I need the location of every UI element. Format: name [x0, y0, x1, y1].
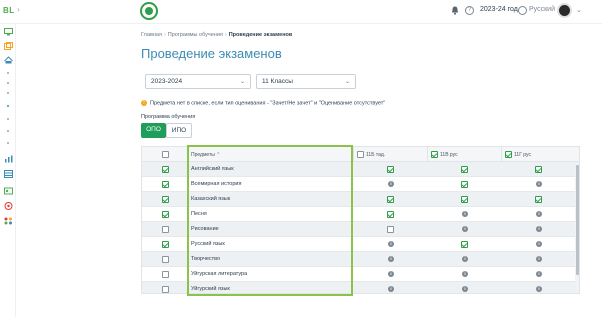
apps-icon[interactable] [4, 217, 13, 225]
class-header-label: 11Б тад. [366, 152, 386, 158]
breadcrumb: Главная › Программы обучения › Проведение эк… [141, 32, 293, 38]
info-icon[interactable]: i [388, 181, 394, 187]
page-title: Проведение экзаменов [141, 46, 282, 61]
subjects-column-highlight [187, 145, 353, 296]
info-icon[interactable]: i [388, 241, 394, 247]
breadcrumb-current: Проведение экзаменов [228, 32, 293, 38]
user-avatar[interactable] [557, 3, 572, 18]
chart-icon[interactable] [4, 155, 13, 163]
globe-icon[interactable] [518, 6, 527, 15]
class-checkbox[interactable] [535, 196, 542, 203]
sidebar [0, 24, 16, 317]
chevron-down-icon[interactable]: ⌄ [576, 6, 582, 14]
row-checkbox[interactable] [162, 271, 169, 278]
notice: ! Предмета нет в списке, если тип оценива… [141, 100, 385, 106]
brand-logo[interactable]: BL [3, 6, 15, 15]
class-checkbox[interactable] [387, 196, 394, 203]
column-checkbox[interactable] [431, 151, 438, 158]
support-icon[interactable] [4, 202, 13, 210]
documents-icon[interactable] [4, 42, 13, 50]
menu-dot[interactable] [7, 72, 9, 74]
select-all-header [142, 147, 188, 162]
info-icon[interactable]: i [462, 286, 468, 292]
info-icon[interactable]: i [388, 286, 394, 292]
warning-icon: ! [141, 100, 147, 106]
class-checkbox[interactable] [535, 166, 542, 173]
info-icon[interactable]: i [462, 271, 468, 277]
school-logo[interactable] [140, 2, 158, 20]
info-icon[interactable]: i [536, 211, 542, 217]
row-checkbox[interactable] [162, 211, 169, 218]
class-header-3: 11Г рус [502, 147, 579, 162]
row-checkbox[interactable] [162, 181, 169, 188]
class-select-value: 11 Классы [262, 78, 293, 85]
help-icon[interactable]: ? [465, 6, 474, 15]
info-icon[interactable]: i [536, 241, 542, 247]
info-icon[interactable]: i [536, 256, 542, 262]
breadcrumb-programs[interactable]: Программы обучения [168, 32, 223, 38]
row-checkbox[interactable] [162, 241, 169, 248]
year-select[interactable]: 2023-2024 ⌄ [145, 74, 251, 89]
info-icon[interactable]: i [462, 226, 468, 232]
class-header-label: 11Г рус [514, 152, 531, 158]
info-icon[interactable]: i [536, 286, 542, 292]
menu-dot[interactable] [7, 92, 9, 94]
sidebar-toggle-icon[interactable]: › [17, 5, 20, 14]
info-icon[interactable]: i [388, 256, 394, 262]
menu-dot[interactable] [7, 82, 9, 84]
class-header-label: 11В рус [440, 152, 458, 158]
class-checkbox[interactable] [461, 181, 468, 188]
class-checkbox[interactable] [387, 226, 394, 233]
row-checkbox[interactable] [162, 166, 169, 173]
class-header-2: 11В рус [428, 147, 502, 162]
row-checkbox[interactable] [162, 226, 169, 233]
bell-icon[interactable] [451, 6, 459, 15]
info-icon[interactable]: i [536, 226, 542, 232]
row-checkbox[interactable] [162, 286, 169, 293]
year-select-value: 2023-2024 [151, 78, 183, 85]
info-icon[interactable]: i [536, 271, 542, 277]
language-selector[interactable]: Русский [529, 6, 555, 13]
chevron-down-icon: ⌄ [344, 79, 350, 85]
class-header-1: 11Б тад. [354, 147, 428, 162]
program-ipo-button[interactable]: ИПО [166, 123, 192, 138]
id-card-icon[interactable] [4, 187, 13, 195]
menu-dot[interactable] [7, 142, 9, 144]
column-checkbox[interactable] [505, 151, 512, 158]
class-checkbox[interactable] [461, 166, 468, 173]
academic-year-selector[interactable]: 2023-24 год [480, 6, 518, 13]
table-icon[interactable] [4, 170, 13, 178]
menu-dot[interactable] [7, 130, 9, 132]
education-icon[interactable] [4, 56, 13, 64]
class-select[interactable]: 11 Классы ⌄ [256, 74, 356, 89]
info-icon[interactable]: i [462, 211, 468, 217]
class-checkbox[interactable] [461, 241, 468, 248]
monitor-icon[interactable] [4, 28, 13, 36]
program-label: Программа обучения [141, 114, 196, 120]
menu-dot-active[interactable] [7, 105, 9, 107]
info-icon[interactable]: i [536, 181, 542, 187]
class-checkbox[interactable] [387, 211, 394, 218]
class-checkbox[interactable] [461, 196, 468, 203]
class-checkbox[interactable] [387, 166, 394, 173]
row-checkbox[interactable] [162, 256, 169, 263]
scrollbar-thumb[interactable] [576, 165, 579, 275]
breadcrumb-home[interactable]: Главная [141, 32, 162, 38]
table-scrollbar[interactable] [575, 162, 579, 293]
info-icon[interactable]: i [388, 271, 394, 277]
row-checkbox[interactable] [162, 196, 169, 203]
column-checkbox[interactable] [357, 151, 364, 158]
notice-text: Предмета нет в списке, если тип оцениван… [150, 100, 386, 107]
select-all-checkbox[interactable] [162, 151, 169, 158]
info-icon[interactable]: i [462, 256, 468, 262]
chevron-down-icon: ⌄ [239, 79, 245, 85]
menu-dot[interactable] [7, 118, 9, 120]
program-opo-button[interactable]: ОПО [141, 123, 166, 138]
top-bar: BL › ? 2023-24 год Русский ⌄ [0, 0, 602, 24]
